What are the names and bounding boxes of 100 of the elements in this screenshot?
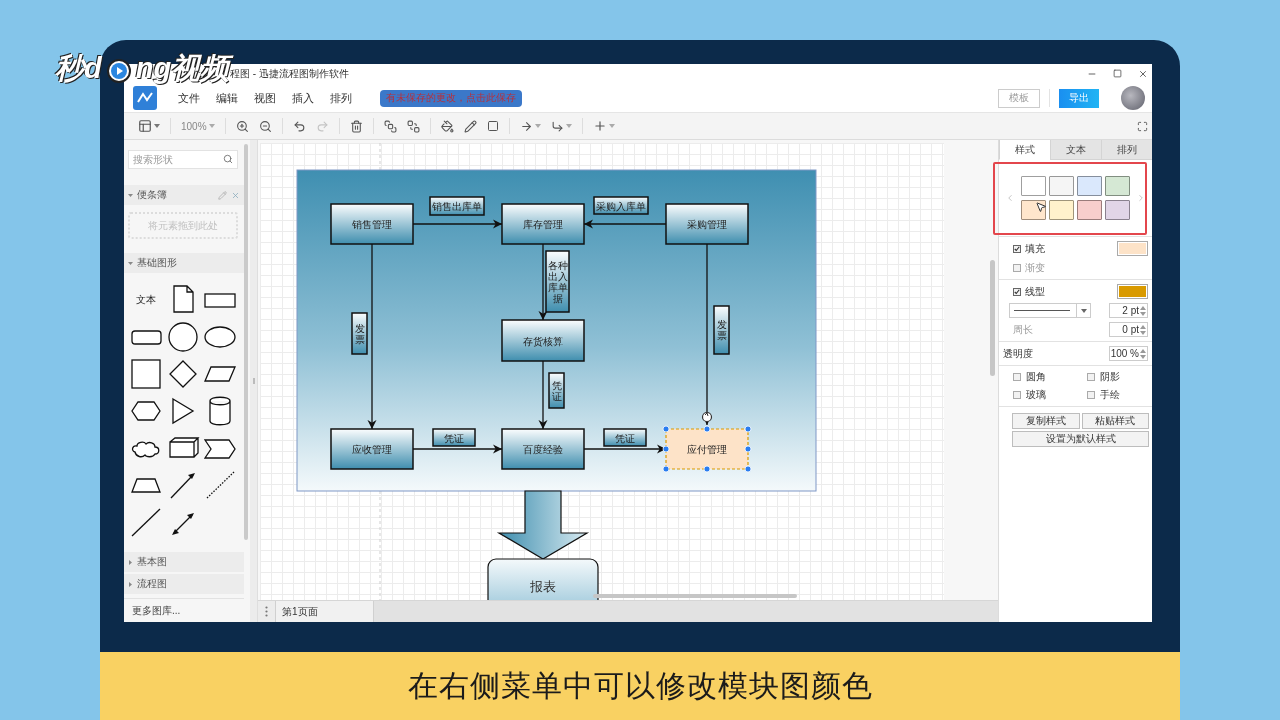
checkbox[interactable]: [1013, 263, 1021, 272]
connector-arrow[interactable]: [367, 243, 377, 430]
color-swatch[interactable]: [1077, 200, 1102, 220]
caret-icon: [154, 124, 160, 128]
app-logo-icon[interactable]: [133, 86, 157, 110]
avatar[interactable]: [1121, 86, 1145, 110]
paint-bucket-icon: [440, 119, 454, 133]
checkbox[interactable]: [1087, 373, 1095, 381]
splitter-handle[interactable]: [250, 140, 258, 622]
edge-label[interactable]: 凭证: [603, 428, 647, 447]
connector-arrow[interactable]: [538, 243, 548, 321]
flow-node[interactable]: 销售管理: [330, 203, 414, 245]
gradient-label: 渐变: [1025, 260, 1045, 275]
color-swatch[interactable]: [1105, 200, 1130, 220]
scrollbar[interactable]: [990, 260, 995, 376]
line-width-field[interactable]: 2 pt: [1109, 303, 1148, 318]
flow-node[interactable]: 库存管理: [501, 203, 585, 245]
menu-item[interactable]: 视图: [246, 87, 284, 109]
set-default-style-button[interactable]: 设置为默认样式: [1012, 431, 1149, 447]
scrollbar[interactable]: [244, 144, 248, 540]
next-icon[interactable]: [1136, 193, 1146, 203]
flow-node[interactable]: 采购管理: [665, 203, 749, 245]
fill-label: 填充: [1025, 241, 1045, 256]
edge-label[interactable]: 凭证: [548, 372, 565, 409]
check-icon: [1014, 244, 1020, 253]
style-button[interactable]: 复制样式: [1012, 413, 1080, 429]
caret-down-icon: [128, 260, 133, 266]
edge-label[interactable]: 销售出库单: [429, 196, 485, 216]
edge-label[interactable]: 发票: [713, 305, 730, 355]
checkbox[interactable]: [1013, 244, 1021, 253]
checkbox[interactable]: [1013, 287, 1021, 296]
caret-right-icon: [128, 559, 133, 565]
color-swatch[interactable]: [1049, 176, 1074, 196]
scrollbar[interactable]: [593, 594, 797, 598]
panel-tab[interactable]: 文本: [1050, 140, 1101, 160]
option-label: 玻璃: [1026, 388, 1046, 402]
maximize-icon: [1113, 69, 1122, 78]
option-label: 阴影: [1100, 370, 1120, 384]
flow-node[interactable]: 存货核算: [501, 319, 585, 362]
flow-node[interactable]: 百度经验: [501, 428, 585, 470]
section-header[interactable]: 流程图: [124, 574, 244, 594]
bring-to-front-icon: [383, 119, 397, 133]
caret-icon: [208, 124, 215, 128]
flow-node[interactable]: 应付管理: [665, 428, 749, 470]
circle-shape-icon[interactable]: [165, 320, 200, 353]
caret-icon: [565, 124, 572, 128]
color-swatch[interactable]: [1021, 200, 1046, 220]
perimeter-label: 周长: [1013, 322, 1033, 337]
section-header[interactable]: 基础图形: [124, 253, 244, 273]
checkbox[interactable]: [1087, 391, 1095, 399]
opacity-field[interactable]: 100 %: [1109, 346, 1148, 361]
caption-text: 在右侧菜单中可以修改模块图颜色: [407, 667, 873, 704]
connector-arrow[interactable]: [412, 444, 503, 454]
color-swatch[interactable]: [1105, 176, 1130, 196]
rotate-handle-icon[interactable]: [701, 411, 713, 423]
edge-label[interactable]: 发票: [351, 312, 368, 355]
check-icon: [1014, 287, 1020, 296]
flow-node[interactable]: 应收管理: [330, 428, 414, 470]
close-icon: [1138, 69, 1148, 79]
menu-item[interactable]: 插入: [284, 87, 322, 109]
page-tab[interactable]: 第1页面: [276, 601, 374, 622]
connector-arrow[interactable]: [538, 360, 548, 430]
search-field[interactable]: 搜索形状: [128, 150, 238, 169]
trash-icon: [349, 119, 363, 133]
square-shape-icon[interactable]: [128, 357, 163, 390]
redo-icon: [315, 119, 329, 133]
panel-tab[interactable]: 排列: [1101, 140, 1152, 160]
report-node[interactable]: 报表: [487, 558, 599, 600]
arrow-right-icon: [519, 119, 533, 133]
line-style-dropdown[interactable]: [1009, 303, 1091, 318]
fullscreen-icon: [1137, 120, 1148, 132]
undo-icon: [292, 119, 306, 133]
perimeter-field[interactable]: 0 pt: [1109, 322, 1148, 337]
menu-item[interactable]: 编辑: [208, 87, 246, 109]
spinner-arrows-icon[interactable]: [1140, 304, 1146, 317]
spinner-arrows-icon[interactable]: [1140, 347, 1146, 360]
edge-label[interactable]: 采购入库单: [593, 196, 649, 215]
canvas[interactable]: 销售管理 销售出库单 库存管理 采购入库单 采购管理 各种出入库单据 发票 存货核算 发票 凭证 应收管理 凭证 百度经验 凭证 应付管理 报表: [258, 140, 998, 600]
checkbox[interactable]: [1013, 373, 1021, 381]
edge-label[interactable]: 凭证: [432, 428, 476, 447]
color-swatch[interactable]: [1049, 200, 1074, 220]
color-swatch[interactable]: [1077, 176, 1102, 196]
down-arrow[interactable]: [496, 490, 590, 560]
connector-arrow[interactable]: [583, 219, 667, 229]
maximize-button[interactable]: [1113, 69, 1122, 79]
search-icon: [223, 154, 233, 164]
close-button[interactable]: [1138, 69, 1148, 79]
plus-icon: [592, 119, 607, 133]
section-header[interactable]: 基本图: [124, 552, 244, 572]
spinner-arrows-icon[interactable]: [1140, 323, 1146, 336]
option-label: 圆角: [1026, 370, 1046, 384]
color-swatch[interactable]: [1021, 176, 1046, 196]
line-label: 线型: [1025, 284, 1045, 299]
style-button[interactable]: 粘贴样式: [1081, 413, 1149, 429]
caret-icon: [534, 124, 541, 128]
menu-item[interactable]: 文件: [170, 87, 208, 109]
menu-item[interactable]: 排列: [322, 87, 360, 109]
checkbox[interactable]: [1013, 391, 1021, 399]
connector-arrow[interactable]: [412, 219, 503, 229]
edge-label[interactable]: 各种出入库单据: [545, 250, 570, 313]
